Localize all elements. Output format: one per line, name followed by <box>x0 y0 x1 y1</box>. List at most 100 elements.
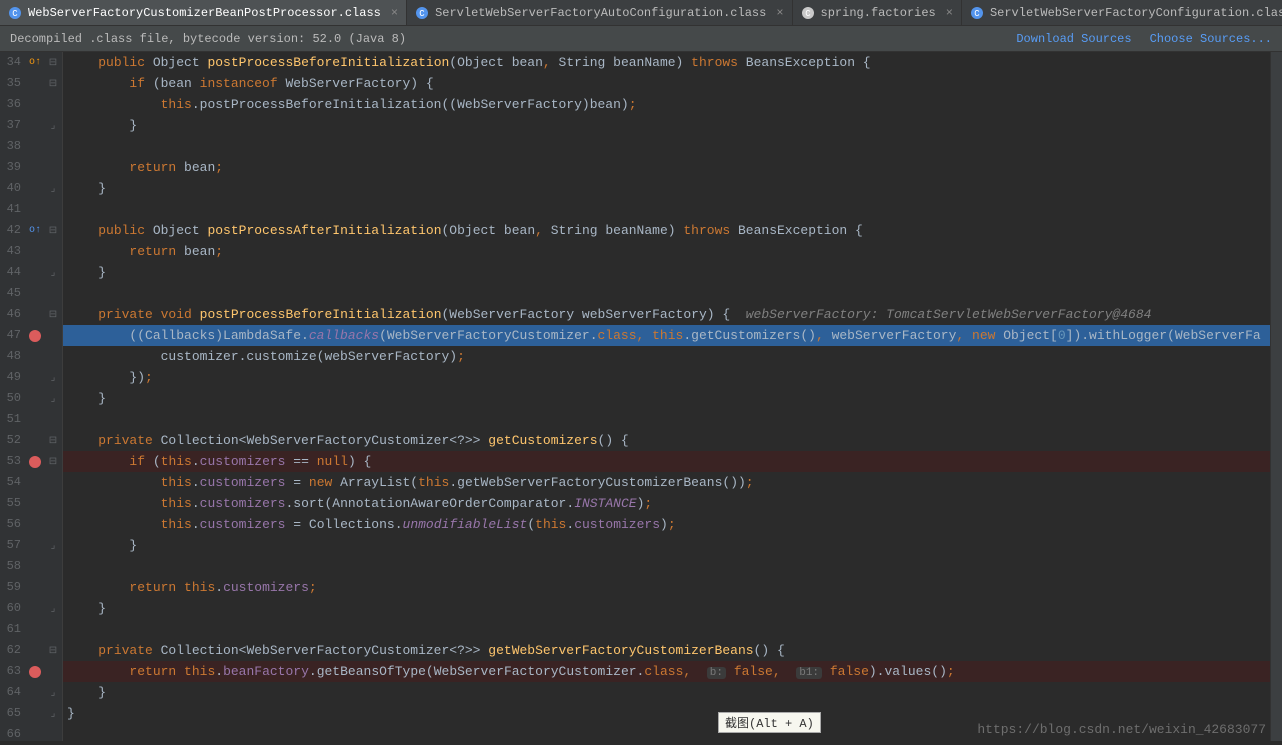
close-icon[interactable]: × <box>391 6 398 20</box>
fold-toggle[interactable]: ⌟ <box>44 367 62 388</box>
fold-toggle[interactable]: ⊟ <box>44 304 62 325</box>
vertical-scrollbar[interactable] <box>1270 52 1282 741</box>
gutter-mark[interactable] <box>26 682 44 703</box>
gutter-mark[interactable] <box>26 493 44 514</box>
fold-toggle[interactable]: ⌟ <box>44 178 62 199</box>
fold-toggle[interactable] <box>44 514 62 535</box>
code-line[interactable] <box>63 283 1270 304</box>
gutter-mark[interactable]: o↑ <box>26 220 44 241</box>
code-line[interactable]: ((Callbacks)LambdaSafe.callbacks(WebServ… <box>63 325 1270 346</box>
fold-toggle[interactable] <box>44 493 62 514</box>
override-up-icon[interactable]: o↑ <box>29 57 41 68</box>
gutter-mark[interactable] <box>26 409 44 430</box>
fold-toggle[interactable]: ⊟ <box>44 220 62 241</box>
fold-toggle[interactable]: ⊟ <box>44 52 62 73</box>
gutter-mark[interactable] <box>26 577 44 598</box>
choose-sources-link[interactable]: Choose Sources... <box>1150 32 1272 46</box>
gutter-mark[interactable] <box>26 115 44 136</box>
gutter-mark[interactable] <box>26 262 44 283</box>
fold-toggle[interactable]: ⊟ <box>44 640 62 661</box>
gutter-mark[interactable] <box>26 703 44 724</box>
gutter-mark[interactable] <box>26 178 44 199</box>
code-line[interactable]: } <box>63 598 1270 619</box>
download-sources-link[interactable]: Download Sources <box>1016 32 1131 46</box>
code-line[interactable]: this.customizers = Collections.unmodifia… <box>63 514 1270 535</box>
fold-toggle[interactable] <box>44 157 62 178</box>
gutter-mark[interactable] <box>26 325 44 346</box>
code-line[interactable]: } <box>63 535 1270 556</box>
code-line[interactable] <box>63 136 1270 157</box>
code-line[interactable]: public Object postProcessBeforeInitializ… <box>63 52 1270 73</box>
fold-toggle[interactable] <box>44 724 62 745</box>
breakpoint-icon[interactable] <box>29 330 41 342</box>
code-line[interactable]: return bean; <box>63 157 1270 178</box>
breakpoint-icon[interactable] <box>29 456 41 468</box>
fold-toggle[interactable] <box>44 619 62 640</box>
fold-toggle[interactable]: ⌟ <box>44 262 62 283</box>
code-line[interactable]: return this.beanFactory.getBeansOfType(W… <box>63 661 1270 682</box>
breakpoint-icon[interactable] <box>29 666 41 678</box>
fold-toggle[interactable] <box>44 661 62 682</box>
gutter-mark[interactable] <box>26 640 44 661</box>
code-line[interactable]: private Collection<WebServerFactoryCusto… <box>63 640 1270 661</box>
gutter-mark[interactable] <box>26 514 44 535</box>
gutter-mark[interactable] <box>26 619 44 640</box>
code-line[interactable]: } <box>63 262 1270 283</box>
fold-toggle[interactable] <box>44 556 62 577</box>
fold-toggle[interactable] <box>44 577 62 598</box>
override-impl-icon[interactable]: o↑ <box>29 225 41 236</box>
gutter-mark[interactable] <box>26 598 44 619</box>
fold-toggle[interactable]: ⌟ <box>44 535 62 556</box>
editor-tab[interactable]: Cspring.factories× <box>793 0 962 25</box>
gutter-mark[interactable] <box>26 661 44 682</box>
editor-tab[interactable]: CWebServerFactoryCustomizerBeanPostProce… <box>0 0 407 25</box>
code-line[interactable]: if (bean instanceof WebServerFactory) { <box>63 73 1270 94</box>
code-area[interactable]: public Object postProcessBeforeInitializ… <box>63 52 1270 741</box>
code-line[interactable]: this.postProcessBeforeInitialization((We… <box>63 94 1270 115</box>
fold-toggle[interactable]: ⌟ <box>44 598 62 619</box>
fold-toggle[interactable] <box>44 346 62 367</box>
fold-toggle[interactable]: ⊟ <box>44 73 62 94</box>
fold-toggle[interactable] <box>44 136 62 157</box>
code-line[interactable]: private Collection<WebServerFactoryCusto… <box>63 430 1270 451</box>
gutter-mark[interactable] <box>26 367 44 388</box>
code-line[interactable]: } <box>63 115 1270 136</box>
editor-tab[interactable]: CServletWebServerFactoryAutoConfiguratio… <box>407 0 792 25</box>
gutter-mark[interactable] <box>26 157 44 178</box>
gutter-mark[interactable] <box>26 136 44 157</box>
fold-toggle[interactable]: ⊟ <box>44 451 62 472</box>
fold-toggle[interactable]: ⌟ <box>44 703 62 724</box>
close-icon[interactable]: × <box>776 6 783 20</box>
gutter-mark[interactable] <box>26 430 44 451</box>
code-line[interactable]: } <box>63 178 1270 199</box>
code-line[interactable]: }); <box>63 367 1270 388</box>
gutter-mark[interactable] <box>26 73 44 94</box>
gutter-mark[interactable] <box>26 535 44 556</box>
fold-toggle[interactable]: ⌟ <box>44 388 62 409</box>
gutter-mark[interactable]: o↑ <box>26 52 44 73</box>
fold-toggle[interactable] <box>44 94 62 115</box>
code-line[interactable]: public Object postProcessAfterInitializa… <box>63 220 1270 241</box>
code-line[interactable]: } <box>63 388 1270 409</box>
editor-tab[interactable]: CServletWebServerFactoryConfiguration.cl… <box>962 0 1282 25</box>
code-line[interactable] <box>63 199 1270 220</box>
fold-toggle[interactable] <box>44 283 62 304</box>
code-line[interactable] <box>63 619 1270 640</box>
code-line[interactable]: } <box>63 703 1270 724</box>
code-line[interactable]: return bean; <box>63 241 1270 262</box>
gutter-mark[interactable] <box>26 199 44 220</box>
fold-toggle[interactable] <box>44 241 62 262</box>
gutter-mark[interactable] <box>26 451 44 472</box>
code-line[interactable]: private void postProcessBeforeInitializa… <box>63 304 1270 325</box>
fold-toggle[interactable] <box>44 409 62 430</box>
close-icon[interactable]: × <box>946 6 953 20</box>
gutter-mark[interactable] <box>26 388 44 409</box>
fold-toggle[interactable]: ⊟ <box>44 430 62 451</box>
fold-toggle[interactable]: ⌟ <box>44 115 62 136</box>
code-line[interactable]: if (this.customizers == null) { <box>63 451 1270 472</box>
gutter-mark[interactable] <box>26 241 44 262</box>
code-line[interactable]: customizer.customize(webServerFactory); <box>63 346 1270 367</box>
gutter-mark[interactable] <box>26 472 44 493</box>
gutter-mark[interactable] <box>26 94 44 115</box>
code-line[interactable] <box>63 409 1270 430</box>
